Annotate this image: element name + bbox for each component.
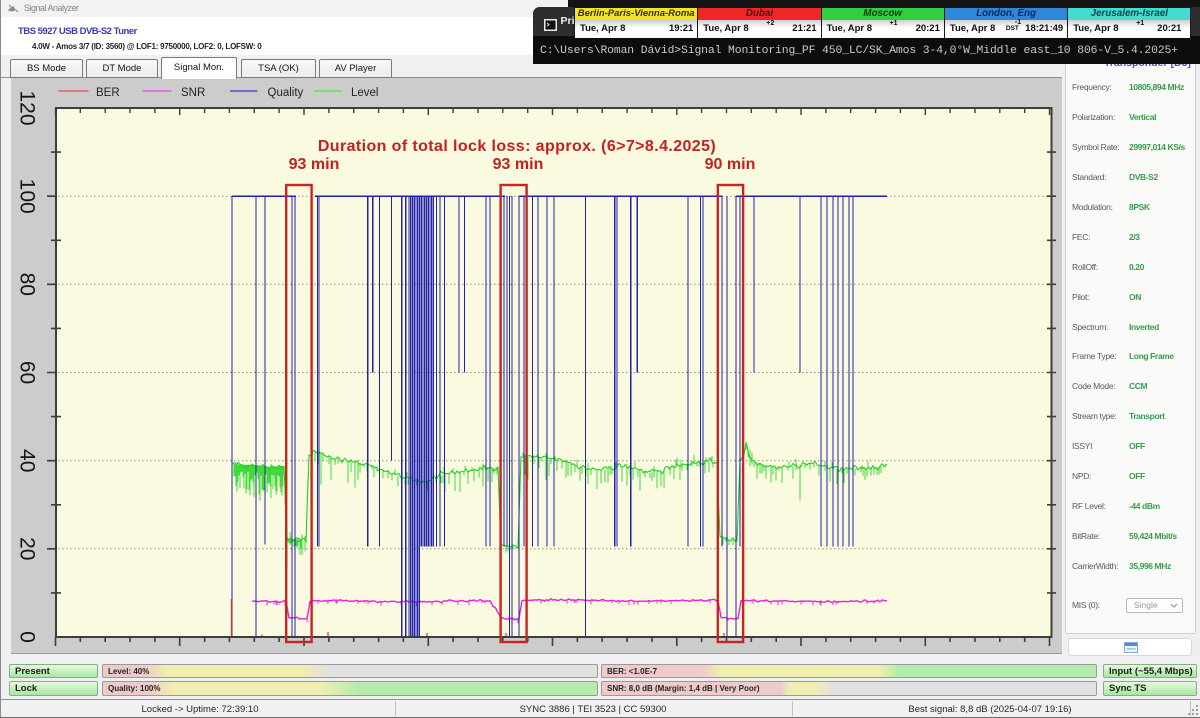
svg-text:0: 0 [16,631,39,643]
svg-text:93 min: 93 min [493,156,544,173]
svg-text:20: 20 [16,537,39,560]
svg-text:Level: Level [351,87,379,99]
svg-text:60: 60 [16,361,39,384]
svg-text:SNR: SNR [181,87,205,99]
svg-text:Duration of total lock loss: a: Duration of total lock loss: approx. (6>… [318,138,716,155]
svg-text:Quality: Quality [268,87,304,99]
svg-text:120: 120 [16,90,39,125]
svg-text:100: 100 [16,179,39,214]
svg-text:80: 80 [16,273,39,296]
svg-text:BER: BER [96,87,120,99]
svg-text:90 min: 90 min [705,156,756,173]
svg-text:93 min: 93 min [289,156,340,173]
svg-text:40: 40 [16,449,39,472]
